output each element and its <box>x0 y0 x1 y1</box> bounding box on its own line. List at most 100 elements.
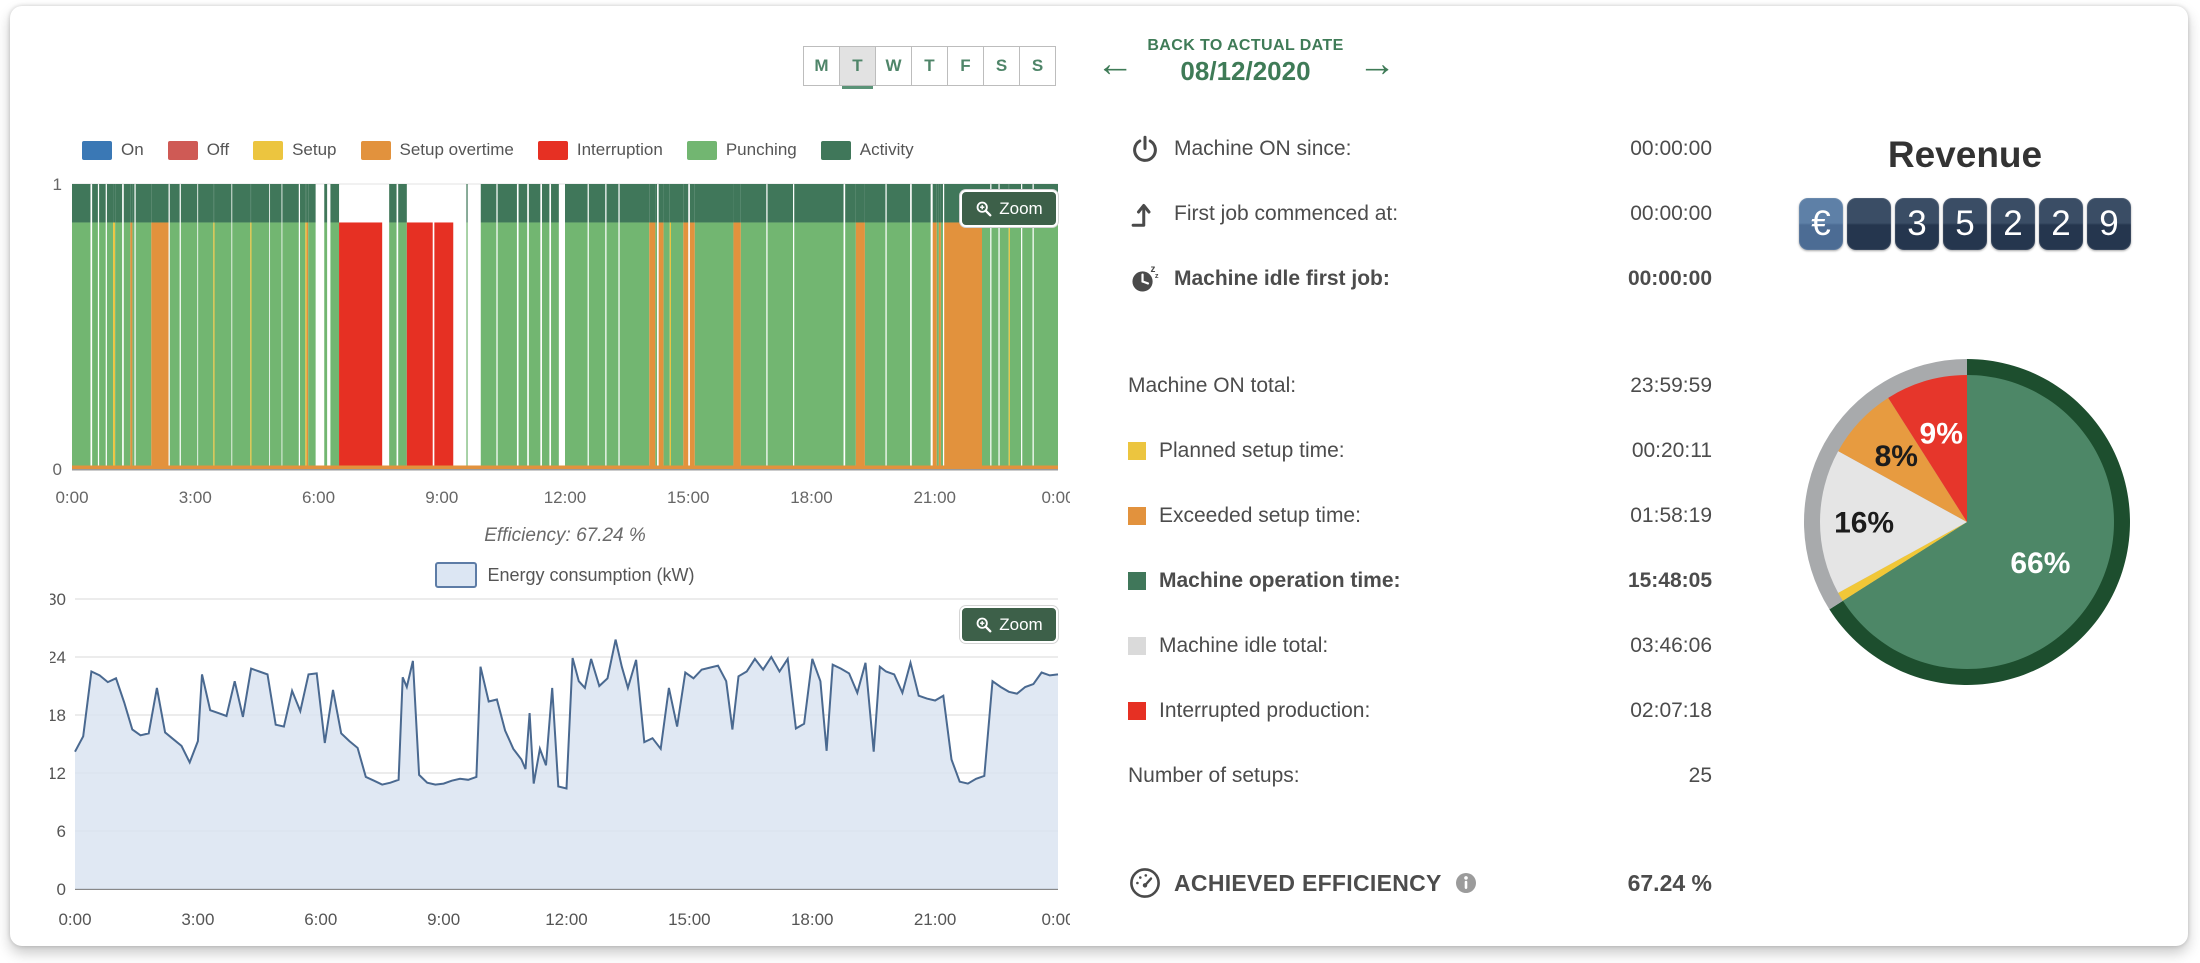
legend-label: Setup overtime <box>400 140 514 160</box>
revenue-odometer: €35229 <box>1790 198 2140 250</box>
legend-item: Punching <box>687 140 797 160</box>
timeline-zoom-button[interactable]: Zoom <box>960 190 1058 227</box>
stat-row: Interrupted production: 02:07:18 <box>1128 694 1712 728</box>
idle-clock-icon: zz <box>1129 263 1161 295</box>
legend-swatch <box>687 141 717 160</box>
back-to-actual-date[interactable]: BACK TO ACTUAL DATE 08/12/2020 <box>1138 37 1353 87</box>
svg-text:18:00: 18:00 <box>791 910 834 929</box>
svg-text:3:00: 3:00 <box>179 488 212 507</box>
day-selector: MTWTFSS <box>803 46 1056 86</box>
stat-value: 00:20:11 <box>1632 439 1712 463</box>
revenue-digit-tile: 2 <box>1991 198 2035 250</box>
stat-value: 02:07:18 <box>1630 699 1712 723</box>
legend-swatch <box>821 141 851 160</box>
svg-text:z: z <box>1155 271 1159 280</box>
day-tab-1[interactable]: M <box>803 46 840 86</box>
stat-label: Machine idle first job: <box>1174 267 1390 291</box>
svg-text:9:00: 9:00 <box>425 488 458 507</box>
zoom-button-label: Zoom <box>999 615 1042 635</box>
energy-consumption-chart: 30241812600:003:006:009:0012:0015:0018:0… <box>50 589 1070 941</box>
efficiency-caption: Efficiency: 67.24 % <box>215 525 915 547</box>
day-tab-5[interactable]: F <box>947 46 984 86</box>
stat-swatch <box>1128 572 1146 590</box>
stat-row: Machine operation time: 15:48:05 <box>1128 564 1712 598</box>
efficiency-gauge-icon <box>1128 866 1162 900</box>
revenue-digit-tile: 2 <box>2039 198 2083 250</box>
stat-row: Machine ON since:00:00:00 <box>1128 132 1712 166</box>
revenue-title: Revenue <box>1790 134 2140 176</box>
stat-label: Machine ON since: <box>1174 137 1351 161</box>
pie-slice-label: 9% <box>1920 418 1963 451</box>
stat-value: 00:00:00 <box>1630 202 1712 226</box>
legend-label: Setup <box>292 140 336 160</box>
pie-slice-label: 66% <box>2010 547 2070 580</box>
machine-dashboard: MTWTFSS ← BACK TO ACTUAL DATE 08/12/2020… <box>10 6 2188 946</box>
svg-text:9:00: 9:00 <box>427 910 460 929</box>
stat-label: Interrupted production: <box>1159 699 1370 723</box>
day-tab-3[interactable]: W <box>875 46 912 86</box>
svg-text:21:00: 21:00 <box>913 488 956 507</box>
legend-label: Off <box>207 140 229 160</box>
svg-text:24: 24 <box>50 648 66 667</box>
pie-slice-label: 8% <box>1875 440 1918 473</box>
revenue-digit-tile: 9 <box>2087 198 2131 250</box>
stat-row: Planned setup time:00:20:11 <box>1128 434 1712 468</box>
svg-text:6:00: 6:00 <box>302 488 335 507</box>
next-day-arrow[interactable]: → <box>1358 44 1396 84</box>
stat-value: 00:00:00 <box>1628 267 1712 291</box>
day-tab-7[interactable]: S <box>1019 46 1056 86</box>
timeline-legend: OnOffSetupSetup overtimeInterruptionPunc… <box>82 140 938 160</box>
stat-label: Machine operation time: <box>1159 569 1401 593</box>
svg-text:6:00: 6:00 <box>304 910 337 929</box>
zoom-button-label: Zoom <box>999 199 1042 219</box>
stat-value: 15:48:05 <box>1628 569 1712 593</box>
svg-text:18: 18 <box>50 706 66 725</box>
legend-item: Off <box>168 140 229 160</box>
legend-swatch <box>538 141 568 160</box>
legend-swatch <box>168 141 198 160</box>
energy-zoom-button[interactable]: Zoom <box>960 606 1058 643</box>
stat-value: 23:59:59 <box>1630 374 1712 398</box>
day-tab-2[interactable]: T <box>839 46 876 86</box>
stat-swatch <box>1128 637 1146 655</box>
svg-text:1: 1 <box>53 175 62 194</box>
svg-text:21:00: 21:00 <box>914 910 957 929</box>
stat-swatch <box>1128 507 1146 525</box>
svg-text:6: 6 <box>57 822 66 841</box>
legend-item: On <box>82 140 144 160</box>
previous-day-arrow[interactable]: ← <box>1096 44 1134 84</box>
revenue-pie-chart: 66% 16% 8%9% <box>1775 326 2167 718</box>
svg-text:3:00: 3:00 <box>181 910 214 929</box>
energy-legend-swatch <box>435 562 477 588</box>
power-icon-wrap <box>1128 132 1162 166</box>
svg-text:0: 0 <box>57 880 66 899</box>
svg-text:0:00: 0:00 <box>55 488 88 507</box>
legend-label: Activity <box>860 140 914 160</box>
info-icon[interactable] <box>1454 871 1478 895</box>
svg-text:0:00: 0:00 <box>1041 910 1070 929</box>
legend-item: Setup overtime <box>361 140 514 160</box>
revenue-digit-tile <box>1847 198 1891 250</box>
svg-text:30: 30 <box>50 590 66 609</box>
energy-legend: Energy consumption (kW) <box>215 562 915 588</box>
svg-text:18:00: 18:00 <box>790 488 833 507</box>
stat-label: Machine idle total: <box>1159 634 1328 658</box>
pie-slice-label: 16% <box>1834 507 1894 540</box>
current-date: 08/12/2020 <box>1138 56 1353 87</box>
stat-value: 67.24 % <box>1628 870 1712 897</box>
svg-text:12:00: 12:00 <box>545 910 588 929</box>
day-tab-4[interactable]: T <box>911 46 948 86</box>
revenue-digit-tile: 5 <box>1943 198 1987 250</box>
stat-value: 01:58:19 <box>1630 504 1712 528</box>
svg-text:12:00: 12:00 <box>544 488 587 507</box>
legend-item: Activity <box>821 140 914 160</box>
stat-value: 25 <box>1689 764 1712 788</box>
day-tab-6[interactable]: S <box>983 46 1020 86</box>
legend-swatch <box>82 141 112 160</box>
magnifier-plus-icon <box>975 616 993 634</box>
stat-label: ACHIEVED EFFICIENCY <box>1174 870 1442 897</box>
magnifier-plus-icon <box>975 200 993 218</box>
legend-label: On <box>121 140 144 160</box>
stat-label: Exceeded setup time: <box>1159 504 1361 528</box>
legend-item: Setup <box>253 140 336 160</box>
